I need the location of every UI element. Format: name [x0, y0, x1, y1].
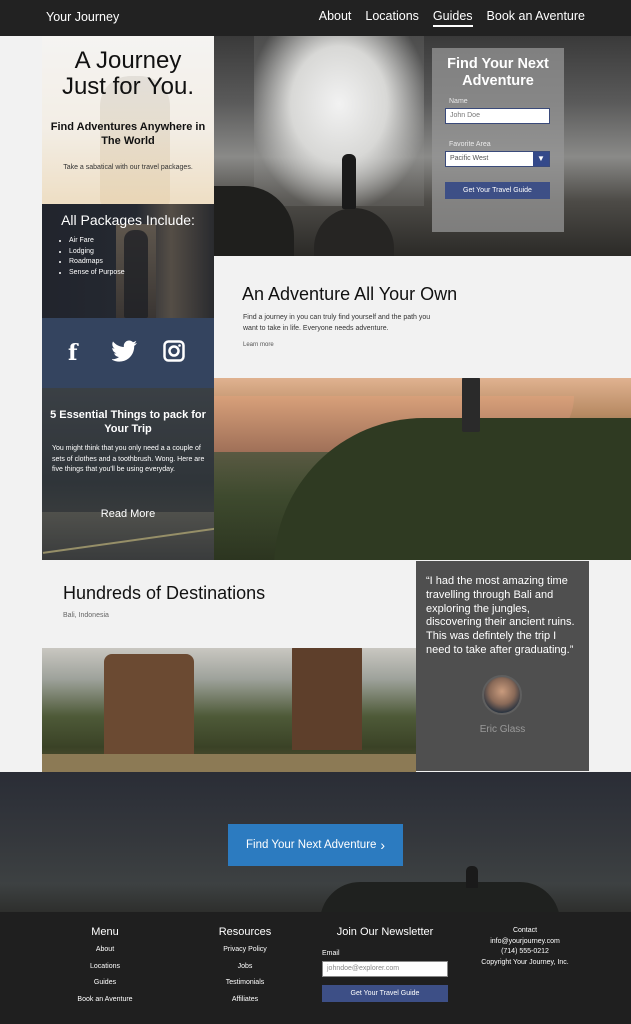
footer-link-guides[interactable]: Guides [70, 979, 140, 986]
list-item: Roadmaps [69, 257, 125, 268]
list-item: Air Fare [69, 236, 125, 247]
nav-link-book[interactable]: Book an Aventure [487, 9, 585, 27]
area-select[interactable]: Pacific West ▼ [445, 151, 550, 167]
essentials-title: 5 Essential Things to pack for Your Trip [50, 409, 206, 435]
name-input[interactable]: John Doe [445, 108, 550, 124]
list-item: Sense of Purpose [69, 268, 125, 279]
footer-menu: Menu About Locations Guides Book an Aven… [70, 926, 140, 1012]
packages-panel: All Packages Include: Air Fare Lodging R… [42, 204, 214, 318]
nav-link-guides[interactable]: Guides [432, 9, 473, 27]
adventure-body: Find a journey in you can truly find you… [243, 314, 431, 332]
read-more-link[interactable]: Read More [42, 508, 214, 520]
footer-link-book[interactable]: Book an Aventure [70, 996, 140, 1003]
find-adventure-button[interactable]: Find Your Next Adventure › [228, 824, 403, 866]
footer-link-locations[interactable]: Locations [70, 963, 140, 970]
ruins-image [42, 648, 416, 772]
testimonial-card: “I had the most amazing time travelling … [416, 561, 589, 771]
contact-phone[interactable]: (714) 555-0212 [472, 947, 578, 958]
avatar [482, 675, 522, 715]
twitter-icon[interactable] [111, 340, 138, 367]
packages-title: All Packages Include: [61, 212, 195, 228]
chevron-down-icon[interactable]: ▼ [533, 152, 549, 166]
footer-link-privacy[interactable]: Privacy Policy [205, 946, 285, 953]
instagram-icon[interactable] [163, 340, 185, 367]
adventure-section: An Adventure All Your Own Find a journey… [214, 256, 631, 378]
destinations-title: Hundreds of Destinations [63, 583, 266, 603]
adventure-image [214, 378, 631, 560]
name-label: Name [449, 98, 468, 105]
find-adventure-label: Find Your Next Adventure [246, 839, 377, 851]
adventure-title: An Adventure All Your Own [242, 284, 458, 304]
newsletter-title: Join Our Newsletter [336, 926, 434, 938]
newsletter-email-input[interactable]: johndoe@explorer.com [322, 961, 448, 977]
area-select-value: Pacific West [450, 155, 489, 162]
nav-link-about[interactable]: About [319, 9, 352, 27]
area-label: Favorite Area [449, 141, 491, 148]
learn-more-link[interactable]: Learn more [243, 342, 274, 348]
hero-title: A Journey Just for You. [61, 47, 195, 100]
footer-contact: Contact info@yourjourney.com (714) 555-0… [472, 926, 578, 968]
email-label: Email [322, 950, 340, 957]
footer-menu-title: Menu [91, 926, 119, 938]
hero-panel: A Journey Just for You. Find Adventures … [42, 36, 214, 204]
packages-list: Air Fare Lodging Roadmaps Sense of Purpo… [69, 236, 125, 278]
adventure-form: Find Your Next Adventure Name John Doe F… [432, 48, 564, 232]
chevron-right-icon: › [380, 837, 385, 853]
destination-location: Bali, Indonesia [63, 612, 109, 619]
list-item: Lodging [69, 247, 125, 258]
contact-title: Contact [512, 927, 538, 934]
footer-link-affiliates[interactable]: Affiliates [205, 996, 285, 1003]
footer-link-about[interactable]: About [70, 946, 140, 953]
form-title: Find Your Next Adventure [447, 56, 549, 89]
brand-logo[interactable]: Your Journey [46, 10, 119, 24]
hero-subtitle: Find Adventures Anywhere in The World [50, 121, 206, 147]
nav-links: About Locations Guides Book an Aventure [319, 9, 585, 27]
cta-banner: Find Your Next Adventure › [0, 772, 631, 912]
newsletter-submit-button[interactable]: Get Your Travel Guide [322, 985, 448, 1002]
get-travel-guide-button[interactable]: Get Your Travel Guide [445, 182, 550, 199]
footer-link-testimonials[interactable]: Testimonials [205, 979, 285, 986]
testimonial-author: Eric Glass [479, 724, 526, 735]
copyright: Copyright Your Journey, Inc. [481, 958, 569, 966]
waterfall-image [214, 36, 631, 256]
contact-email[interactable]: info@yourjourney.com [472, 937, 578, 948]
social-links: f [42, 318, 214, 388]
hero-note: Take a sabatical with our travel package… [63, 164, 193, 171]
footer-resources: Resources Privacy Policy Jobs Testimonia… [205, 926, 285, 1012]
top-navigation: Your Journey About Locations Guides Book… [0, 0, 631, 36]
footer-resources-title: Resources [218, 926, 272, 938]
essentials-panel: 5 Essential Things to pack for Your Trip… [42, 388, 214, 560]
newsletter: Join Our Newsletter Email johndoe@explor… [322, 926, 448, 1002]
footer: Menu About Locations Guides Book an Aven… [0, 912, 631, 1024]
nav-link-locations[interactable]: Locations [365, 9, 419, 27]
footer-link-jobs[interactable]: Jobs [205, 963, 285, 970]
essentials-body: You might think that you only need a a c… [52, 445, 205, 473]
testimonial-quote: “I had the most amazing time travelling … [426, 575, 575, 656]
facebook-icon[interactable]: f [68, 340, 77, 366]
